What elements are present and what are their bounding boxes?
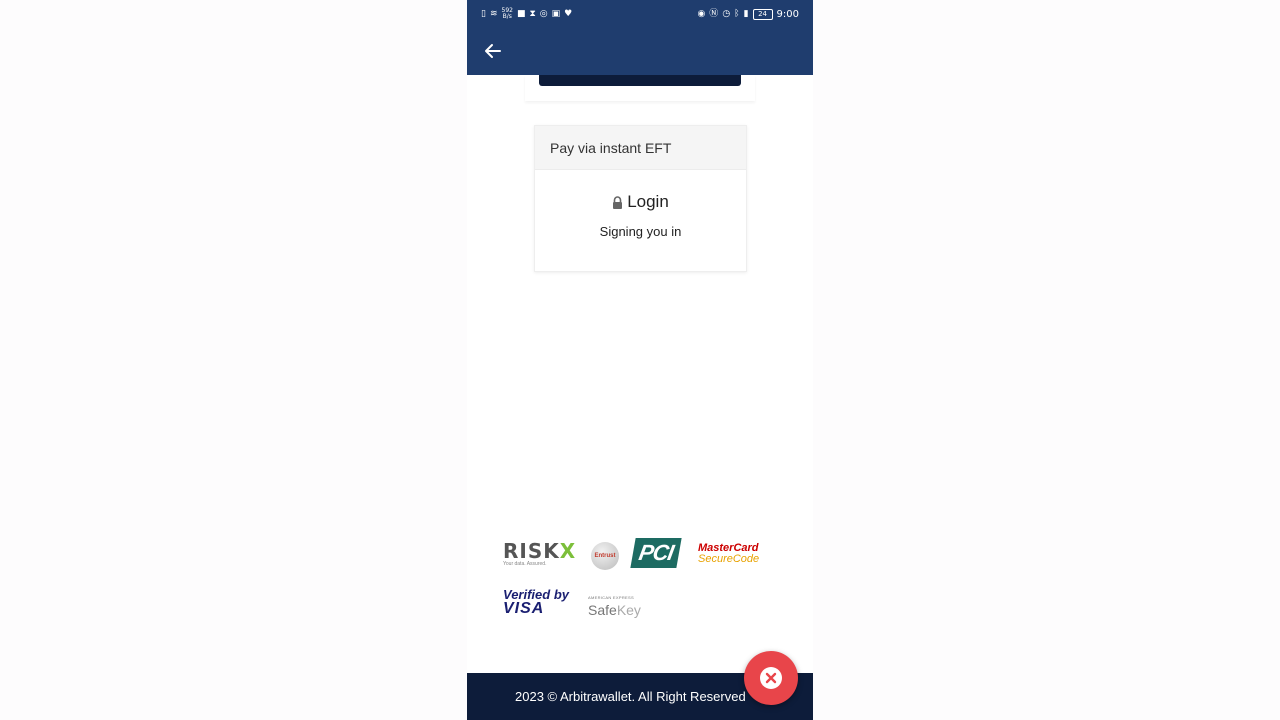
app-bar bbox=[467, 28, 813, 75]
pci-logo: PCI bbox=[630, 538, 682, 568]
hourglass-icon: ⧗ bbox=[529, 9, 536, 19]
video-icon: ■ bbox=[516, 9, 526, 19]
vibrate-icon: ▮ bbox=[743, 9, 749, 19]
entrust-logo: Entrust bbox=[591, 542, 619, 570]
close-button[interactable] bbox=[744, 651, 798, 705]
lock-icon bbox=[613, 195, 623, 209]
eye-icon: ◉ bbox=[697, 9, 706, 19]
heart-icon: ♥ bbox=[564, 9, 573, 19]
pci-logo-text: PCI bbox=[637, 540, 676, 565]
clock: 9:00 bbox=[776, 8, 799, 20]
safekey-logo-main: Safe bbox=[588, 602, 617, 618]
sim-icon: ▯ bbox=[481, 9, 486, 19]
alarm-icon: ◷ bbox=[722, 9, 731, 19]
back-button[interactable] bbox=[481, 39, 505, 63]
net-speed-unit: B/s bbox=[502, 13, 512, 20]
status-bar-left: ▯ ≋ 592 B/s ■ ⧗ ◎ ▣ ♥ bbox=[481, 8, 572, 20]
close-button-inner bbox=[760, 667, 782, 689]
mastercard-securecode-logo: MasterCard SecureCode bbox=[698, 543, 759, 565]
riskx-logo-x: X bbox=[559, 539, 577, 563]
amex-safekey-logo: AMERICAN EXPRESS SafeKey bbox=[588, 592, 641, 618]
mastercard-logo-line2: SecureCode bbox=[698, 553, 760, 565]
phone-screen: ▯ ≋ 592 B/s ■ ⧗ ◎ ▣ ♥ ◉ Ⓝ ◷ ᛒ ▮ 24 9:00 bbox=[467, 0, 813, 720]
entrust-logo-text: Entrust bbox=[594, 553, 616, 559]
security-logos: RISKX Your data. Assured. Entrust PCI Ma… bbox=[503, 538, 773, 628]
nfc-icon: Ⓝ bbox=[709, 9, 719, 19]
battery-icon: 24 bbox=[752, 8, 773, 20]
riskx-logo-text: RISK bbox=[503, 539, 560, 563]
login-status: Signing you in bbox=[599, 223, 682, 239]
verified-by-visa-logo: Verified by VISA bbox=[503, 588, 569, 617]
close-icon bbox=[765, 672, 777, 684]
arrow-left-icon bbox=[485, 44, 501, 58]
login-heading: Login bbox=[612, 192, 669, 212]
payment-card: Pay via instant EFT Login Signing you in bbox=[534, 125, 747, 272]
card-header: Pay via instant EFT bbox=[535, 126, 746, 170]
visa-logo-line2: VISA bbox=[503, 600, 545, 617]
top-dark-bar bbox=[539, 75, 741, 86]
card-body: Login Signing you in bbox=[535, 170, 746, 239]
login-title: Login bbox=[627, 192, 669, 211]
riskx-logo: RISKX Your data. Assured. bbox=[503, 540, 576, 567]
safekey-logo-light: Key bbox=[616, 602, 641, 618]
app-notification-icon: ▣ bbox=[551, 9, 561, 19]
net-speed: 592 B/s bbox=[502, 8, 513, 20]
status-bar-right: ◉ Ⓝ ◷ ᛒ ▮ 24 9:00 bbox=[697, 8, 799, 20]
wifi-icon: ≋ bbox=[489, 9, 498, 19]
status-bar: ▯ ≋ 592 B/s ■ ⧗ ◎ ▣ ♥ ◉ Ⓝ ◷ ᛒ ▮ 24 9:00 bbox=[467, 0, 813, 28]
bluetooth-icon: ᛒ bbox=[734, 9, 740, 19]
whatsapp-icon: ◎ bbox=[539, 9, 548, 19]
copyright-text: 2023 © Arbitrawallet. All Right Reserved bbox=[515, 689, 746, 704]
